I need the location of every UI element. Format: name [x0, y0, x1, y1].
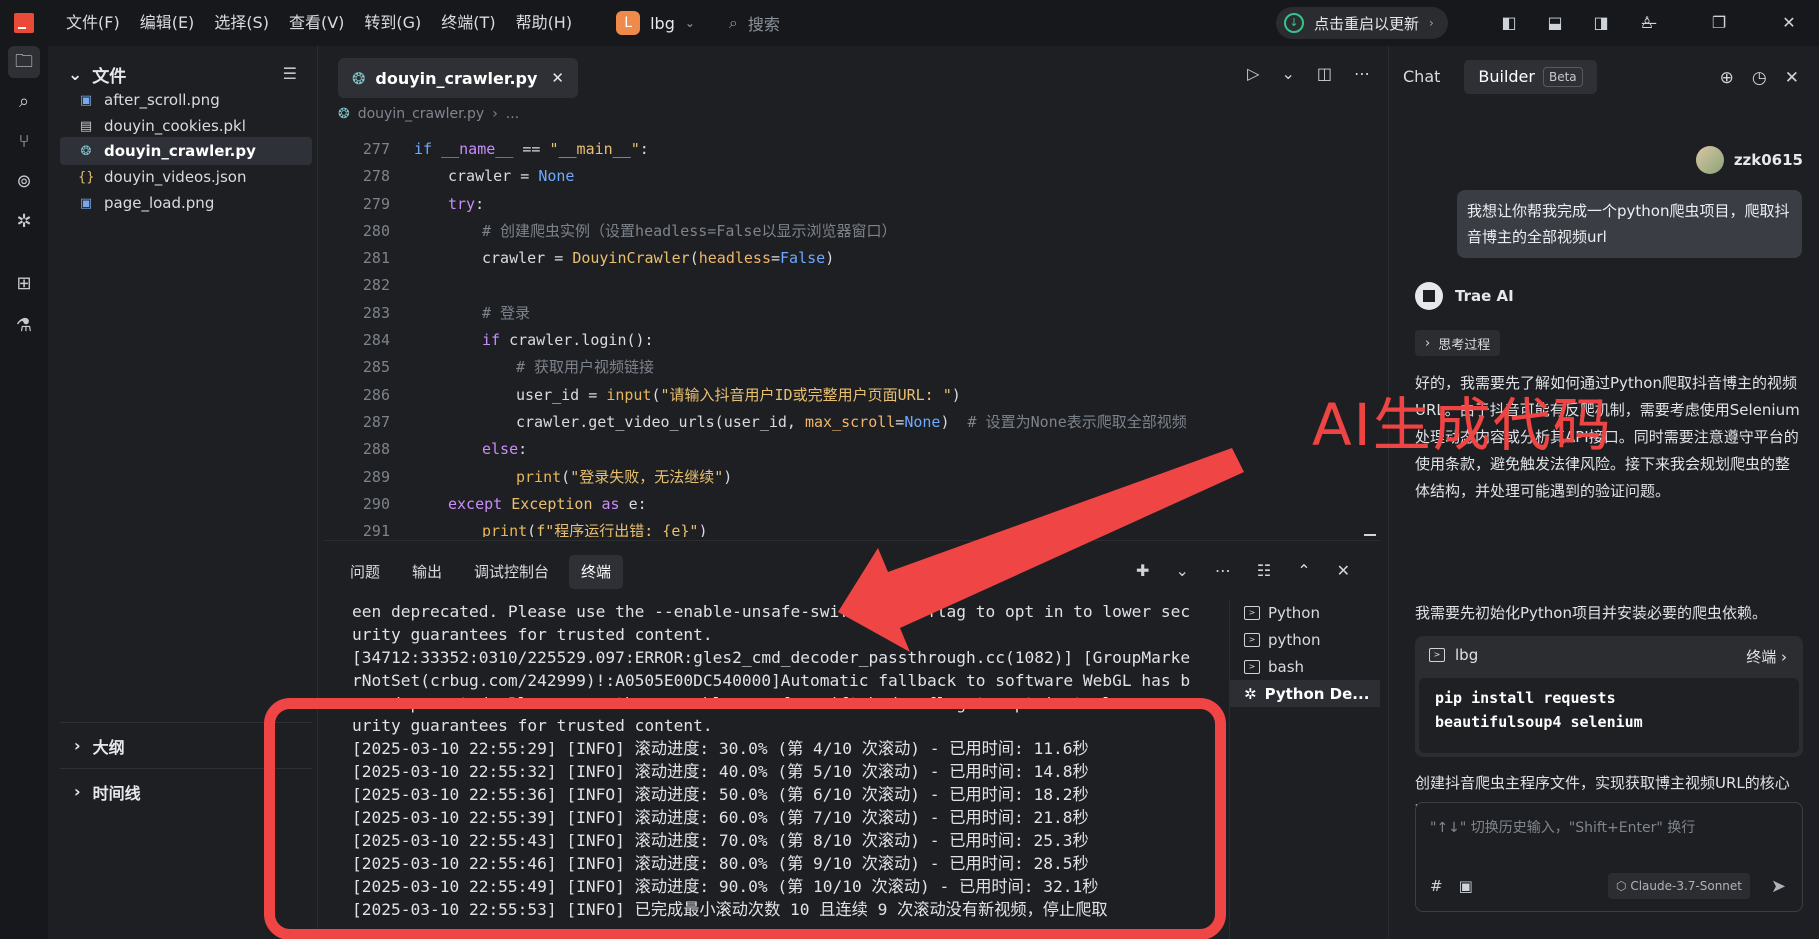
arrow-shape	[838, 448, 1244, 652]
annotation-text: AI生成代码	[1312, 391, 1613, 459]
arrow-annotation	[838, 448, 1244, 652]
